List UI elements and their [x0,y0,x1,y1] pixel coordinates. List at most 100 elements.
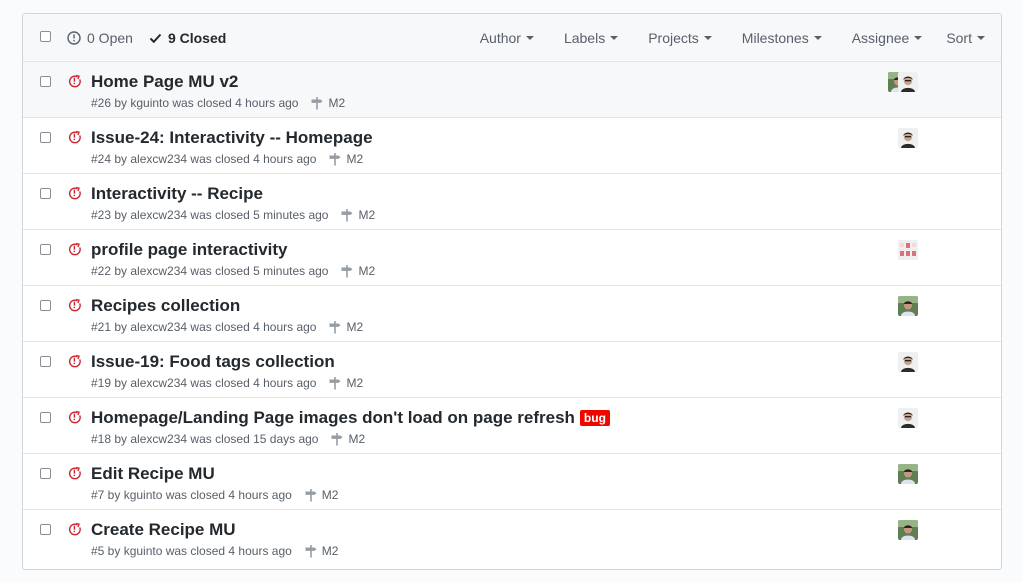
issue-title-link[interactable]: Create Recipe MU [91,520,236,540]
issue-meta-text: #19 by alexcw234 was closed 4 hours ago [91,376,317,390]
milestone-label: M2 [358,264,376,278]
issue-checkbox[interactable] [40,188,51,199]
issue-meta: #19 by alexcw234 was closed 4 hours ago M… [91,376,363,390]
check-icon [149,33,162,44]
issue-closed-icon [68,242,82,261]
issue-title-link[interactable]: profile page interactivity [91,240,288,260]
issues-list-header: 0 Open 9 Closed Author Labels Projects M… [23,14,1001,62]
bug-label[interactable]: bug [579,410,610,426]
issue-row[interactable]: Home Page MU v2 #26 by kguinto was closed… [23,62,1001,118]
sort-filter-label: Sort [946,30,972,46]
closed-issues-filter[interactable]: 9 Closed [149,30,226,46]
milestone-link[interactable]: M2 [328,376,363,390]
issue-checkbox[interactable] [40,132,51,143]
milestone-link[interactable]: M2 [328,152,363,166]
milestone-label: M2 [328,96,346,110]
milestone-icon [340,208,354,222]
issue-meta-text: #23 by alexcw234 was closed 5 minutes ag… [91,208,329,222]
closed-issues-label: 9 Closed [167,30,227,46]
assignee-avatar[interactable] [898,240,918,260]
issue-meta: #26 by kguinto was closed 4 hours ago M2 [91,96,345,110]
assignee-avatars [898,240,918,260]
issue-closed-icon [68,130,82,149]
assignee-avatar[interactable] [898,352,918,372]
issue-checkbox[interactable] [40,524,51,535]
assignee-avatar[interactable] [898,520,918,540]
projects-filter-label: Projects [648,30,699,46]
milestone-label: M2 [358,208,376,222]
issue-meta: #22 by alexcw234 was closed 5 minutes ag… [91,264,375,278]
milestone-icon [310,96,324,110]
assignee-avatar[interactable] [898,464,918,484]
issue-title-link[interactable]: Homepage/Landing Page images don't load … [91,408,610,428]
milestones-filter[interactable]: Milestones [742,30,822,46]
issue-closed-icon [68,298,82,317]
issue-row[interactable]: profile page interactivity #22 by alexcw2… [23,230,1001,286]
issue-title-link[interactable]: Recipes collection [91,296,240,316]
milestone-link[interactable]: M2 [304,544,338,558]
assignee-avatars [898,128,918,148]
assignee-avatars [888,72,918,92]
assignee-avatars [898,520,918,540]
select-all-checkbox[interactable] [40,31,51,42]
assignee-avatars [898,408,918,428]
issue-closed-icon [68,466,82,485]
issue-closed-icon [68,74,82,93]
issue-title: Edit Recipe MU [91,464,215,483]
open-issues-filter[interactable]: 0 Open [67,30,133,46]
issue-opened-icon [67,31,81,45]
milestone-icon [304,488,318,502]
issue-row[interactable]: Recipes collection #21 by alexcw234 was c… [23,286,1001,342]
labels-filter[interactable]: Labels [563,30,619,46]
issue-row[interactable]: Interactivity -- Recipe #23 by alexcw234 … [23,174,1001,230]
issue-checkbox[interactable] [40,412,51,423]
assignee-avatar[interactable] [898,128,918,148]
milestone-label: M2 [346,320,364,334]
issue-title-link[interactable]: Home Page MU v2 [91,72,238,92]
issue-title-link[interactable]: Issue-19: Food tags collection [91,352,335,372]
issue-closed-icon [68,354,82,373]
caret-down-icon [610,36,619,40]
projects-filter[interactable]: Projects [648,30,712,46]
issue-title-link[interactable]: Issue-24: Interactivity -- Homepage [91,128,373,148]
author-filter[interactable]: Author [480,30,534,46]
issue-title: Create Recipe MU [91,520,236,539]
milestone-link[interactable]: M2 [328,320,363,334]
issue-state-toggle: 0 Open 9 Closed [67,30,226,46]
caret-down-icon [813,36,822,40]
issue-checkbox[interactable] [40,356,51,367]
assignee-avatar[interactable] [898,72,918,92]
assignee-avatar[interactable] [898,408,918,428]
labels-filter-label: Labels [563,30,606,46]
issue-title-link[interactable]: Interactivity -- Recipe [91,184,263,204]
milestone-link[interactable]: M2 [340,264,375,278]
milestone-link[interactable]: M2 [340,208,375,222]
issue-checkbox[interactable] [40,244,51,255]
milestones-filter-label: Milestones [741,30,809,46]
issue-checkbox[interactable] [40,76,51,87]
assignee-filter-label: Assignee [851,30,910,46]
issue-checkbox[interactable] [40,300,51,311]
issue-title: Homepage/Landing Page images don't load … [91,408,575,427]
milestone-label: M2 [346,152,364,166]
milestone-link[interactable]: M2 [310,96,345,110]
issue-meta-text: #24 by alexcw234 was closed 4 hours ago [91,152,317,166]
issue-row[interactable]: Homepage/Landing Page images don't load … [23,398,1001,454]
issue-title-link[interactable]: Edit Recipe MU [91,464,215,484]
issue-row[interactable]: Issue-24: Interactivity -- Homepage #24 b… [23,118,1001,174]
issue-meta: #23 by alexcw234 was closed 5 minutes ag… [91,208,375,222]
milestone-link[interactable]: M2 [304,488,338,502]
sort-filter[interactable]: Sort [946,30,985,46]
assignee-avatar[interactable] [898,296,918,316]
milestone-link[interactable]: M2 [330,432,365,446]
issue-row[interactable]: Issue-19: Food tags collection #19 by ale… [23,342,1001,398]
issue-checkbox[interactable] [40,468,51,479]
issue-title: Home Page MU v2 [91,72,239,91]
assignee-avatars [898,352,918,372]
caret-down-icon [525,36,534,40]
milestone-icon [304,544,318,558]
issue-row[interactable]: Edit Recipe MU #7 by kguinto was closed 4… [23,454,1001,510]
issue-title: profile page interactivity [91,240,288,259]
assignee-filter[interactable]: Assignee [852,30,923,46]
issue-row[interactable]: Create Recipe MU #5 by kguinto was closed… [23,510,1001,565]
